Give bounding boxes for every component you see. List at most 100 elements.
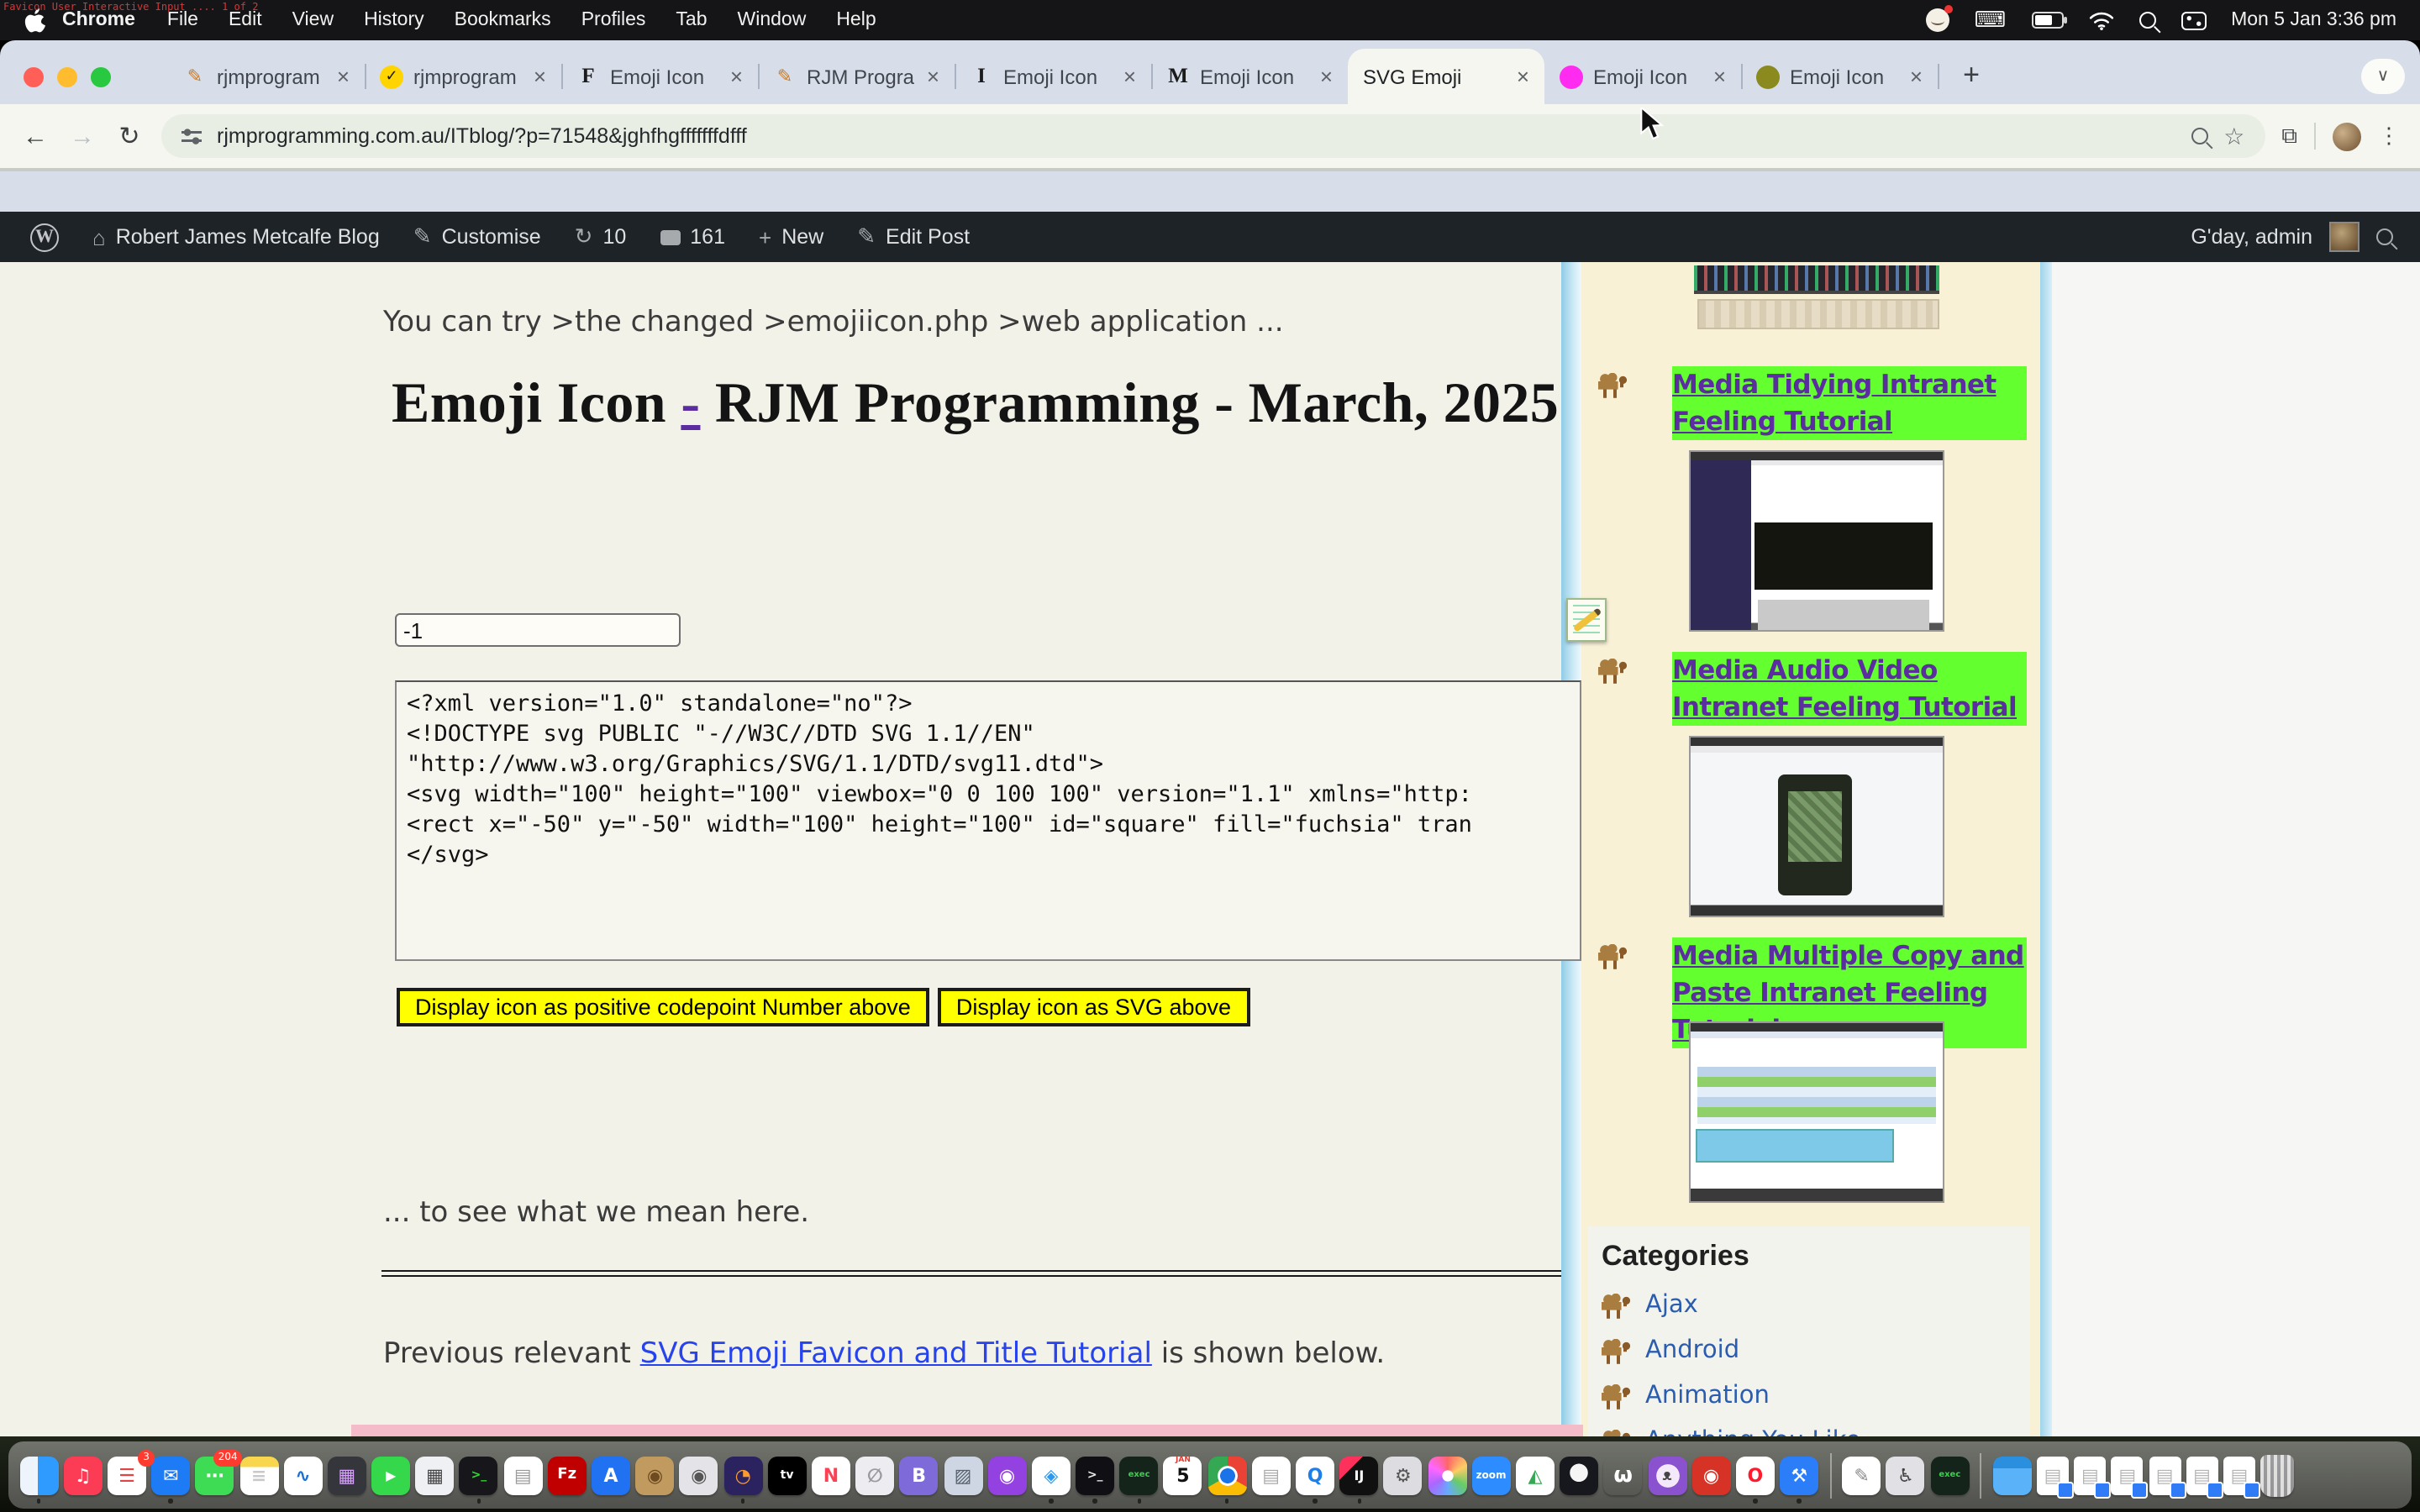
stacked-document-6-icon[interactable]: ▤ [2223, 1456, 2255, 1494]
tab-close-icon[interactable]: × [730, 66, 743, 87]
wp-new-menu[interactable]: + New [742, 212, 840, 262]
zoom-page-icon[interactable] [2191, 128, 2208, 144]
browser-tab[interactable]: SVG Emoji × [1348, 49, 1544, 104]
iphone-mirroring-icon[interactable]: ▦ [416, 1456, 455, 1494]
address-bar[interactable]: rjmprogramming.com.au/ITblog/?p=71548&jg… [161, 114, 2265, 158]
launchpad-icon[interactable]: ▦ [328, 1456, 366, 1494]
mail-icon[interactable]: ✉ [151, 1456, 190, 1494]
notes-icon[interactable]: ≡ [239, 1456, 278, 1494]
bookmark-star-icon[interactable]: ☆ [2223, 122, 2244, 150]
zoom-icon[interactable]: zoom [1472, 1456, 1511, 1494]
profile-avatar[interactable] [2333, 122, 2361, 150]
quicktime-icon[interactable]: Q [1296, 1456, 1334, 1494]
category-link[interactable]: Animation [1645, 1383, 1770, 1410]
wp-comments-menu[interactable]: 161 [643, 212, 742, 262]
category-link[interactable]: Ajax [1645, 1292, 1698, 1319]
tooth-app-icon[interactable]: ω [1604, 1456, 1643, 1494]
notes-2-icon[interactable]: ✎ [1843, 1456, 1881, 1494]
xcode-icon[interactable]: ⚒ [1780, 1456, 1818, 1494]
github-desktop-icon[interactable] [1560, 1456, 1598, 1494]
tutorial-link[interactable]: Media Tidying Intranet Feeling Tutorial [1672, 366, 2027, 440]
wp-edit-post-menu[interactable]: ✎ Edit Post [840, 212, 986, 262]
exec-terminal-2-icon[interactable]: exec [1930, 1456, 1969, 1494]
wp-site-menu[interactable]: ⌂ Robert James Metcalfe Blog [76, 212, 397, 262]
downloads-folder-icon[interactable] [1993, 1456, 2032, 1494]
preview-icon[interactable]: ∿ [283, 1456, 322, 1494]
stacked-document-1-icon[interactable]: ▤ [2037, 1456, 2069, 1494]
menubar-clock[interactable]: Mon 5 Jan 3:36 pm [2231, 10, 2396, 30]
battery-icon[interactable] [2031, 12, 2063, 29]
browser-tab[interactable]: F Emoji Icon × [561, 49, 758, 104]
control-center-icon[interactable] [2181, 11, 2206, 29]
podcasts-icon[interactable]: ◉ [987, 1456, 1026, 1494]
wp-logo-menu[interactable]: W [13, 212, 76, 262]
wp-customise-menu[interactable]: ✎ Customise [397, 212, 558, 262]
zoom-window-button[interactable] [91, 67, 111, 87]
forward-button[interactable]: → [67, 122, 97, 150]
site-settings-icon[interactable] [182, 126, 202, 146]
app-store-icon[interactable]: A [592, 1456, 630, 1494]
photo-booth-icon[interactable]: ◉ [680, 1456, 718, 1494]
browser-tab[interactable]: ✎ RJM Progra × [758, 49, 955, 104]
stacked-document-5-icon[interactable]: ▤ [2186, 1456, 2218, 1494]
apple-tv-icon[interactable]: tv [768, 1456, 807, 1494]
post-title-link[interactable]: - [681, 373, 700, 435]
stacked-document-2-icon[interactable]: ▤ [2074, 1456, 2106, 1494]
browser-tab[interactable]: Emoji Icon × [1741, 49, 1938, 104]
previous-tutorial-link[interactable]: SVG Emoji Favicon and Title Tutorial [640, 1337, 1152, 1371]
tutorial-thumbnail[interactable] [1689, 1021, 1944, 1203]
calendar-icon[interactable]: JAN 5 [1164, 1456, 1202, 1494]
tab-close-icon[interactable]: × [1517, 66, 1529, 87]
document-icon[interactable]: ▤ [1252, 1456, 1291, 1494]
tab-close-icon[interactable]: × [337, 66, 350, 87]
safari-icon[interactable]: ◈ [1032, 1456, 1071, 1494]
menubar-menu-item[interactable]: Profiles [566, 10, 661, 30]
memoji-status-icon[interactable] [1926, 8, 1949, 32]
messages-icon[interactable]: ⋯ 204 [196, 1456, 234, 1494]
tutorial-link[interactable]: Media Audio Video Intranet Feeling Tutor… [1672, 652, 2027, 726]
dial-red-icon[interactable]: ◉ [1691, 1456, 1730, 1494]
tab-search-chevron-button[interactable]: ∨ [2361, 59, 2405, 94]
url-text[interactable]: rjmprogramming.com.au/ITblog/?p=71548&jg… [217, 124, 2176, 148]
browser-tab[interactable]: M Emoji Icon × [1151, 49, 1348, 104]
trash-icon[interactable] [2260, 1454, 2294, 1496]
browser-tab[interactable]: Emoji Icon × [1544, 49, 1741, 104]
menubar-menu-item[interactable]: View [277, 10, 349, 30]
extensions-icon[interactable]: ⧉ [2281, 123, 2297, 150]
system-settings-icon[interactable]: ⚙ [1384, 1456, 1423, 1494]
chrome-icon[interactable] [1207, 1456, 1246, 1494]
tab-close-icon[interactable]: × [1320, 66, 1333, 87]
opera-icon[interactable]: O [1736, 1456, 1775, 1494]
intellij-idea-icon[interactable]: IJ [1339, 1456, 1378, 1494]
reminders-icon[interactable]: ☰ 3 [108, 1456, 146, 1494]
stacked-document-3-icon[interactable]: ▤ [2112, 1456, 2144, 1494]
pixelmator-icon[interactable] [1428, 1456, 1466, 1494]
wifi-icon[interactable] [2088, 11, 2113, 29]
facetime-icon[interactable]: ▶ [371, 1456, 410, 1494]
browser-tab[interactable]: I Emoji Icon × [955, 49, 1151, 104]
svg-code-textarea[interactable]: <?xml version="1.0" standalone="no"?> <!… [395, 680, 1581, 961]
tab-close-icon[interactable]: × [1123, 66, 1136, 87]
browser-tab[interactable]: ✎ rjmprogram × [168, 49, 365, 104]
wp-search-icon[interactable] [2376, 228, 2393, 245]
category-link[interactable]: Anything You Like [1645, 1428, 1860, 1436]
filezilla-icon[interactable]: Fz [548, 1456, 587, 1494]
back-button[interactable]: ← [20, 122, 50, 150]
minimize-window-button[interactable] [57, 67, 77, 87]
edit-post-memo-icon[interactable] [1566, 598, 1607, 642]
maps-icon[interactable]: ◭ [1516, 1456, 1555, 1494]
category-link[interactable]: Android [1645, 1337, 1739, 1364]
menubar-menu-item[interactable]: History [349, 10, 439, 30]
wp-greeting[interactable]: G'day, admin [2191, 225, 2312, 249]
cat-face-icon[interactable]: ᴥ [1648, 1456, 1686, 1494]
spotlight-search-icon[interactable] [2139, 12, 2155, 29]
tab-close-icon[interactable]: × [927, 66, 939, 87]
browser-menu-icon[interactable]: ⋮ [2378, 123, 2400, 150]
tutorial-thumbnail[interactable] [1689, 450, 1944, 632]
keyboard-icon[interactable]: ⌨ [1975, 7, 2007, 34]
menubar-menu-item[interactable]: Bookmarks [439, 10, 566, 30]
embedded-screenshot[interactable]: Firefox FileEditViewHistoryBookmarksTool… [351, 1425, 1583, 1436]
display-codepoint-button[interactable]: Display icon as positive codepoint Numbe… [397, 988, 929, 1026]
textedit-icon[interactable]: ▤ [503, 1456, 542, 1494]
tab-close-icon[interactable]: × [1910, 66, 1923, 87]
